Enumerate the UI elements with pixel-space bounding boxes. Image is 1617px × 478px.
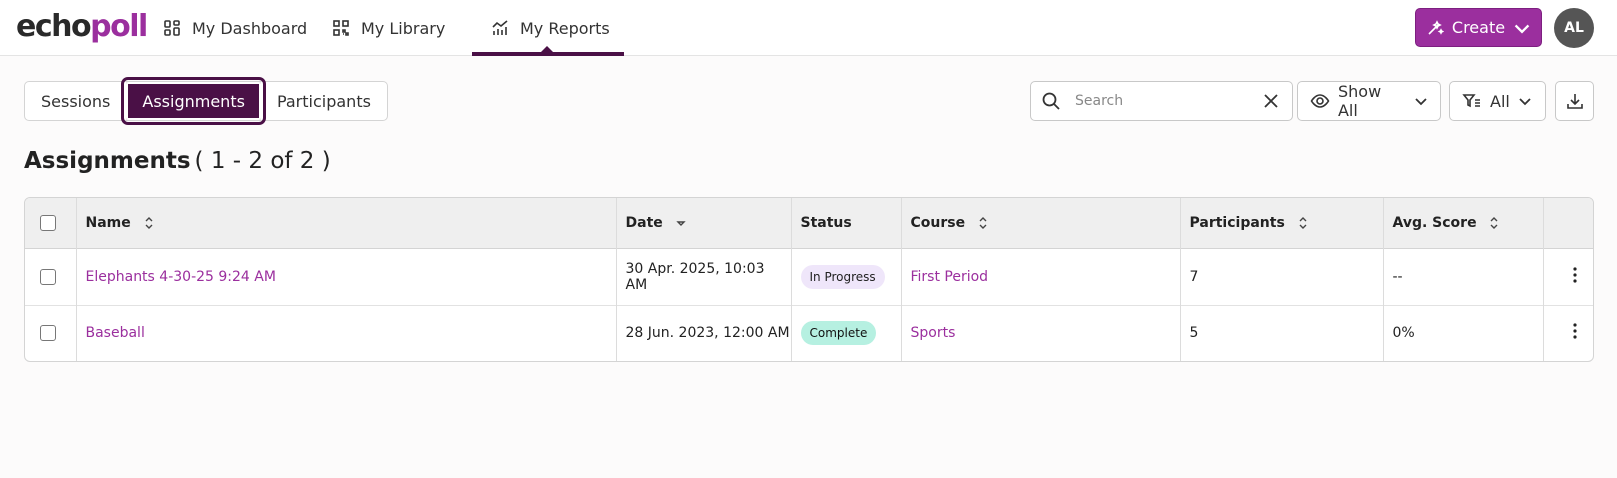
tab-participants[interactable]: Participants — [261, 82, 387, 120]
table-row: Baseball 28 Jun. 2023, 12:00 AM Complete… — [25, 305, 1593, 361]
select-all-cell — [25, 198, 77, 248]
top-bar: echopoll My Dashboard My Library My Repo… — [0, 0, 1617, 56]
column-header-name[interactable]: Name — [76, 198, 617, 248]
column-header-participants[interactable]: Participants — [1180, 198, 1384, 248]
search-icon — [1042, 92, 1060, 110]
show-all-filter-button[interactable]: Show All — [1297, 81, 1441, 121]
select-all-checkbox[interactable] — [40, 214, 56, 231]
column-header-status: Status — [791, 198, 902, 248]
type-filter-label: All — [1490, 91, 1510, 111]
magic-wand-icon — [1428, 19, 1444, 35]
report-type-tabs: Sessions Assignments Participants — [24, 77, 388, 125]
avg-score: -- — [1383, 248, 1544, 305]
eye-icon — [1310, 94, 1330, 108]
echopoll-logo[interactable]: echopoll — [16, 8, 148, 46]
search-input[interactable] — [1075, 93, 1255, 109]
avg-score: 0% — [1383, 305, 1544, 361]
create-button[interactable]: Create — [1415, 8, 1542, 47]
download-icon — [1566, 94, 1583, 109]
status-badge: In Progress — [800, 264, 885, 289]
column-header-course[interactable]: Course — [901, 198, 1181, 248]
nav-label: My Library — [361, 18, 446, 38]
tab-sessions[interactable]: Sessions — [25, 82, 126, 120]
page-title-text: Assignments — [24, 148, 191, 174]
nav-my-library[interactable]: My Library — [331, 0, 445, 56]
more-options-icon[interactable] — [1572, 266, 1577, 283]
clear-search-icon[interactable] — [1262, 92, 1280, 110]
table-row: Elephants 4-30-25 9:24 AM 30 Apr. 2025, … — [25, 248, 1593, 305]
column-header-date[interactable]: Date — [616, 198, 792, 248]
library-icon — [333, 20, 349, 36]
chevron-down-icon — [1514, 24, 1530, 33]
sort-both-icon[interactable] — [1489, 216, 1499, 230]
chevron-down-icon — [1519, 98, 1531, 106]
row-checkbox[interactable] — [40, 268, 56, 285]
create-button-label: Create — [1451, 18, 1506, 37]
search-box — [1030, 81, 1293, 121]
assignment-date: 30 Apr. 2025, 10:03 AM — [616, 248, 792, 305]
status-badge: Complete — [800, 321, 877, 346]
sort-both-icon[interactable] — [1298, 216, 1308, 230]
sort-both-icon[interactable] — [978, 216, 988, 230]
result-count: ( 1 - 2 of 2 ) — [194, 148, 331, 174]
table-header-row: Name Date Status Course Participants Avg… — [25, 198, 1593, 248]
user-avatar[interactable]: AL — [1554, 8, 1594, 48]
nav-label: My Reports — [520, 18, 610, 38]
nav-label: My Dashboard — [192, 18, 308, 38]
download-button[interactable] — [1555, 81, 1594, 121]
assignment-date: 28 Jun. 2023, 12:00 AM — [616, 305, 792, 361]
type-filter-button[interactable]: All — [1449, 81, 1546, 121]
row-checkbox[interactable] — [40, 325, 56, 342]
page-title: Assignments( 1 - 2 of 2 ) — [24, 148, 331, 174]
filter-list-icon — [1462, 94, 1480, 108]
assignment-name-link[interactable]: Baseball — [86, 325, 145, 341]
show-all-filter-label: Show All — [1337, 82, 1382, 120]
assignment-name-link[interactable]: Elephants 4-30-25 9:24 AM — [86, 269, 276, 285]
sort-descending-icon[interactable] — [675, 216, 686, 230]
participants-count: 7 — [1180, 248, 1384, 305]
tab-assignments[interactable]: Assignments — [121, 77, 266, 125]
chevron-down-icon — [1415, 98, 1427, 106]
course-link[interactable]: Sports — [911, 325, 956, 341]
sort-both-icon[interactable] — [144, 216, 154, 230]
reports-icon — [492, 20, 508, 35]
column-header-actions — [1543, 198, 1593, 248]
dashboard-icon — [164, 20, 180, 36]
active-nav-indicator — [472, 52, 624, 56]
nav-my-dashboard[interactable]: My Dashboard — [162, 0, 307, 56]
participants-count: 5 — [1180, 305, 1384, 361]
column-header-avg-score[interactable]: Avg. Score — [1383, 198, 1544, 248]
assignments-table: Name Date Status Course Participants Avg… — [24, 197, 1594, 362]
course-link[interactable]: First Period — [911, 269, 989, 285]
more-options-icon[interactable] — [1572, 323, 1577, 339]
